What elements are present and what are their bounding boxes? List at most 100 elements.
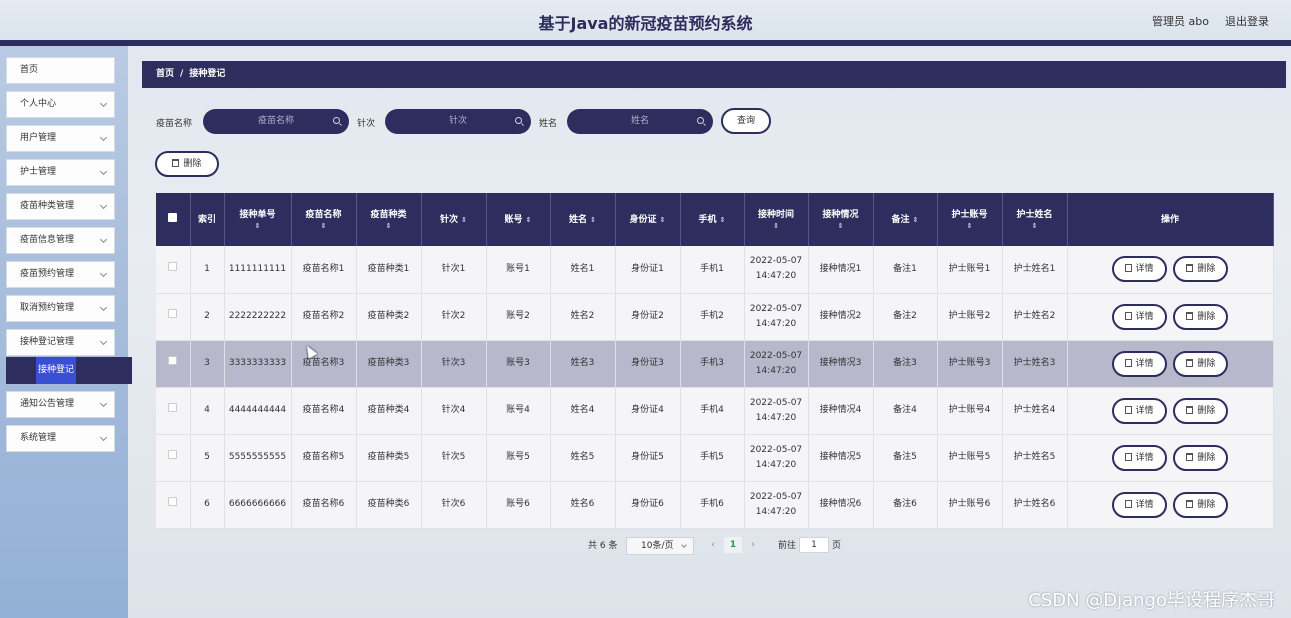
col-vaccine-name[interactable]: 疫苗名称 ⇕ (291, 193, 357, 246)
detail-button[interactable]: 详情 (1111, 491, 1167, 518)
delete-button[interactable]: 删除 (1173, 303, 1229, 330)
delete-button[interactable]: 删除 (1173, 491, 1229, 518)
sort-icon[interactable]: ⇕ (295, 222, 353, 231)
row-checkbox[interactable] (168, 309, 178, 318)
col-dose[interactable]: 针次 ⇕ (421, 193, 487, 246)
current-user: 管理员 abo (1152, 15, 1209, 28)
app-title: 基于Java的新冠疫苗预约系统 (538, 14, 753, 33)
col-order-no[interactable]: 接种单号 ⇕ (224, 193, 292, 246)
cell-time: 2022-05-07 14:47:20 (744, 387, 809, 435)
detail-button[interactable]: 详情 (1111, 350, 1167, 377)
cell-phone: 手机5 (680, 434, 745, 482)
sidebar-item-vaccination-registry[interactable]: 接种登记管理 (6, 329, 115, 356)
sort-icon[interactable]: ⇕ (660, 216, 666, 224)
row-checkbox[interactable] (168, 450, 178, 459)
detail-button[interactable]: 详情 (1111, 303, 1167, 330)
next-page-icon[interactable]: › (744, 538, 762, 552)
dose-placeholder: 针次 (448, 116, 467, 126)
sidebar-item-profile[interactable]: 个人中心 (6, 91, 115, 118)
sort-icon[interactable]: ⇕ (941, 222, 999, 231)
col-name[interactable]: 姓名 ⇕ (550, 193, 616, 246)
sidebar-item-home[interactable]: 首页 (6, 57, 115, 84)
col-remark[interactable]: 备注 ⇕ (873, 193, 938, 246)
col-phone[interactable]: 手机 ⇕ (680, 193, 745, 246)
sidebar-item-system[interactable]: 系统管理 (6, 425, 115, 452)
prev-page-icon[interactable]: ‹ (704, 538, 722, 552)
col-nurse-name[interactable]: 护士姓名 ⇕ (1002, 193, 1068, 246)
col-idcard[interactable]: 身份证 ⇕ (615, 193, 681, 246)
table-row[interactable]: 4 4444444444 疫苗名称4 疫苗种类4 针次4 账号4 姓名4 身份证… (156, 387, 1274, 435)
row-checkbox[interactable] (168, 356, 178, 365)
delete-button[interactable]: 删除 (1173, 256, 1229, 283)
table-row[interactable]: 3 3333333333 疫苗名称3 疫苗种类3 针次3 账号3 姓名3 身份证… (156, 340, 1274, 388)
col-label: 索引 (197, 214, 216, 225)
table-row[interactable]: 2 2222222222 疫苗名称2 疫苗种类2 针次2 账号2 姓名2 身份证… (156, 293, 1274, 341)
table-row[interactable]: 6 6666666666 疫苗名称6 疫苗种类6 针次6 账号6 姓名6 身份证… (156, 481, 1274, 529)
sidebar-item-nurses[interactable]: 护士管理 (6, 159, 115, 186)
col-account[interactable]: 账号 ⇕ (486, 193, 551, 246)
goto-page-input[interactable]: 1 (799, 537, 829, 553)
delete-button[interactable]: 删除 (1173, 397, 1229, 424)
page-number-current[interactable]: 1 (724, 537, 742, 553)
col-label: 身份证 (629, 214, 657, 225)
logout-link[interactable]: 退出登录 (1225, 13, 1269, 29)
col-vaccine-type[interactable]: 疫苗种类 ⇕ (356, 193, 422, 246)
cell-order-no: 1111111111 (224, 246, 292, 294)
delete-button[interactable]: 删除 (1173, 444, 1229, 471)
col-status[interactable]: 接种情况 ⇕ (808, 193, 874, 246)
cell-order-no: 3333333333 (224, 340, 292, 388)
sidebar-item-notices[interactable]: 通知公告管理 (6, 391, 115, 418)
sort-icon[interactable]: ⇕ (1006, 222, 1064, 231)
select-all-checkbox[interactable] (168, 212, 178, 222)
sort-icon[interactable]: ⇕ (812, 222, 870, 231)
row-checkbox[interactable] (168, 403, 178, 412)
sort-icon[interactable]: ⇕ (913, 216, 919, 224)
cell-vaccine-name: 疫苗名称1 (291, 246, 357, 294)
sidebar-item-cancellations[interactable]: 取消预约管理 (6, 295, 115, 322)
sort-icon[interactable]: ⇕ (360, 222, 418, 231)
cell-account: 账号2 (486, 293, 551, 341)
sort-icon[interactable]: ⇕ (526, 216, 532, 224)
sort-icon[interactable]: ⇕ (590, 216, 596, 224)
sidebar-item-label: 首页 (20, 65, 39, 75)
sidebar-item-label: 用户管理 (20, 133, 57, 143)
breadcrumb-home[interactable]: 首页 (156, 69, 174, 79)
row-checkbox[interactable] (168, 261, 178, 271)
cell-vaccine-name: 疫苗名称2 (291, 293, 357, 341)
name-input[interactable]: 姓名 (567, 109, 713, 134)
sidebar-item-users[interactable]: 用户管理 (6, 125, 115, 152)
cell-nurse-account: 护士账号4 (937, 387, 1003, 435)
col-time[interactable]: 接种时间 ⇕ (744, 193, 809, 246)
cell-nurse-name: 护士姓名2 (1002, 293, 1068, 341)
sidebar-item-appointments[interactable]: 疫苗预约管理 (6, 261, 115, 288)
sort-icon[interactable]: ⇕ (720, 216, 726, 224)
query-button[interactable]: 查询 (721, 108, 771, 134)
row-checkbox[interactable] (168, 497, 178, 506)
sidebar-item-label: 个人中心 (20, 99, 57, 109)
sidebar-item-label: 护士管理 (20, 167, 57, 177)
dose-input[interactable]: 针次 (385, 109, 531, 134)
header-divider (0, 40, 1291, 46)
cell-dose: 针次4 (421, 387, 487, 435)
name-label: 姓名 (539, 119, 558, 129)
detail-button[interactable]: 详情 (1111, 444, 1167, 471)
delete-button[interactable]: 删除 (1173, 350, 1229, 377)
breadcrumb: 首页 / 接种登记 (142, 61, 1286, 88)
col-nurse-account[interactable]: 护士账号 ⇕ (937, 193, 1003, 246)
sidebar-subitem-vaccination-register[interactable]: 接种登记 (6, 357, 132, 384)
cell-status: 接种情况6 (808, 481, 874, 529)
vaccine-name-input[interactable]: 疫苗名称 (203, 109, 349, 134)
detail-button[interactable]: 详情 (1111, 256, 1167, 283)
sort-icon[interactable]: ⇕ (748, 222, 805, 231)
table-row[interactable]: 1 1111111111 疫苗名称1 疫苗种类1 针次1 账号1 姓名1 身份证… (156, 246, 1274, 294)
detail-button[interactable]: 详情 (1111, 397, 1167, 424)
sort-icon[interactable]: ⇕ (461, 216, 467, 224)
sidebar-item-vaccine-types[interactable]: 疫苗种类管理 (6, 193, 115, 220)
page-size-select[interactable]: 10条/页 (626, 537, 694, 555)
cell-status: 接种情况4 (808, 387, 874, 435)
sort-icon[interactable]: ⇕ (228, 222, 288, 231)
select-all-header[interactable] (156, 193, 191, 246)
sidebar-item-vaccine-info[interactable]: 疫苗信息管理 (6, 227, 115, 254)
table-row[interactable]: 5 5555555555 疫苗名称5 疫苗种类5 针次5 账号5 姓名5 身份证… (156, 434, 1274, 482)
batch-delete-button[interactable]: 删除 (155, 151, 219, 177)
